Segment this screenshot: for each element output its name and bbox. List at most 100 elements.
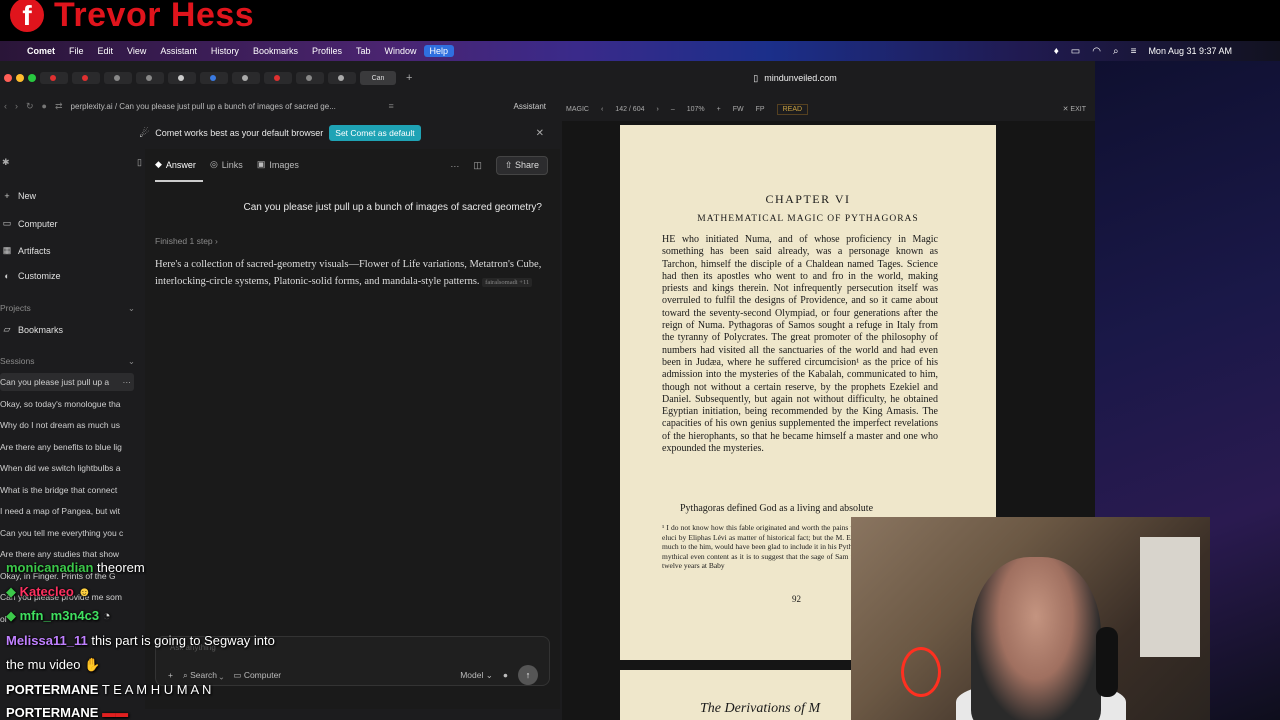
- zoom-level: 107%: [686, 105, 705, 113]
- chevron-down-icon: ⌄: [127, 356, 135, 366]
- active-browser-tab[interactable]: Can: [360, 71, 396, 85]
- browser-tab[interactable]: [232, 72, 260, 84]
- new-tab-button[interactable]: +: [406, 72, 412, 84]
- fit-page-button[interactable]: FP: [756, 106, 765, 113]
- tab-answer[interactable]: ◆ Answer: [155, 159, 196, 170]
- sessions-section-header[interactable]: Sessions ⌄: [0, 356, 135, 367]
- banner-message: Comet works best as your default browser: [155, 128, 324, 138]
- tab-strip: Can +: [0, 69, 560, 87]
- prev-page-button[interactable]: ‹: [601, 106, 603, 113]
- site-info-icon[interactable]: ⇄: [55, 101, 63, 112]
- browser-tab[interactable]: [40, 72, 68, 84]
- menu-assistant[interactable]: Assistant: [153, 46, 204, 56]
- session-item[interactable]: Can you please just pull up a ···: [0, 373, 134, 391]
- collapse-sidebar-icon[interactable]: ▯: [137, 157, 142, 168]
- minimize-window-icon[interactable]: [16, 74, 24, 82]
- assistant-button[interactable]: Assistant: [514, 102, 546, 111]
- battery-icon[interactable]: ▭: [1071, 46, 1080, 57]
- answer-icon: ◆: [155, 159, 162, 169]
- menu-edit[interactable]: Edit: [91, 46, 121, 56]
- browser-tab[interactable]: [136, 72, 164, 84]
- session-item[interactable]: Are there any benefits to blue lig: [0, 438, 134, 456]
- sidebar-item-computer[interactable]: ▭ Computer: [2, 218, 58, 229]
- send-button[interactable]: ↑: [518, 665, 538, 685]
- tab-images[interactable]: ▣ Images: [257, 159, 299, 170]
- browser-tab[interactable]: [104, 72, 132, 84]
- control-center-icon[interactable]: ≡: [1131, 46, 1137, 57]
- menu-window[interactable]: Window: [377, 46, 423, 56]
- tab-links[interactable]: ◎ Links: [210, 159, 243, 170]
- macos-menubar: Comet File Edit View Assistant History B…: [0, 41, 1280, 61]
- sidebar-item-customize[interactable]: ◐ Customize: [2, 271, 60, 281]
- status-app-icon[interactable]: ♦: [1054, 46, 1059, 57]
- session-item[interactable]: Can you tell me everything you c: [0, 524, 134, 542]
- url-field[interactable]: perplexity.ai / Can you please just pull…: [71, 102, 381, 111]
- forward-icon[interactable]: ›: [15, 101, 18, 111]
- session-item[interactable]: When did we switch lightbulbs a: [0, 459, 134, 477]
- citation-chip[interactable]: fairalsomadi +11: [482, 277, 533, 287]
- sidebar-item-new[interactable]: + New: [2, 191, 36, 201]
- mic-icon[interactable]: ●: [503, 670, 508, 680]
- model-selector[interactable]: Model ⌄: [460, 670, 493, 681]
- more-options-icon[interactable]: ···: [123, 377, 135, 387]
- menu-profiles[interactable]: Profiles: [305, 46, 349, 56]
- menu-history[interactable]: History: [204, 46, 246, 56]
- browser-tab[interactable]: [328, 72, 356, 84]
- folder-icon: ▱: [3, 324, 11, 334]
- chat-message: ◆ mfn_m3n4c3 ◔: [6, 608, 111, 623]
- set-default-button[interactable]: Set Comet as default: [329, 125, 421, 141]
- reload-icon[interactable]: ↻: [26, 101, 34, 112]
- reader-mode-icon[interactable]: ≡: [389, 101, 394, 111]
- wifi-icon[interactable]: ◠: [1092, 46, 1101, 57]
- session-item[interactable]: Okay, so today's monologue tha: [0, 395, 134, 413]
- menu-bookmarks[interactable]: Bookmarks: [246, 46, 305, 56]
- browser-tab[interactable]: [296, 72, 324, 84]
- split-view-icon[interactable]: ◫: [473, 160, 482, 171]
- book-title-short: MAGIC: [566, 105, 589, 113]
- close-banner-button[interactable]: ✕: [536, 128, 544, 139]
- zoom-in-button[interactable]: +: [717, 106, 721, 113]
- menubar-clock[interactable]: Mon Aug 31 9:37 AM: [1148, 46, 1232, 56]
- menu-tab[interactable]: Tab: [349, 46, 378, 56]
- menu-file[interactable]: File: [62, 46, 91, 56]
- mic-icon[interactable]: ●: [42, 101, 47, 111]
- diamond-icon: ◆: [6, 584, 20, 599]
- browser-tab[interactable]: [168, 72, 196, 84]
- perplexity-logo-icon[interactable]: ✱: [2, 157, 10, 168]
- session-item[interactable]: What is the bridge that connect: [0, 481, 134, 499]
- computer-icon: ▭: [2, 218, 12, 228]
- read-button[interactable]: READ: [776, 103, 809, 115]
- search-icon[interactable]: ⌕: [1113, 46, 1119, 57]
- chapter-heading: CHAPTER VI: [765, 192, 851, 206]
- sidebar-item-artifacts[interactable]: ▦ Artifacts: [2, 245, 51, 256]
- session-item[interactable]: Why do I not dream as much us: [0, 416, 134, 434]
- sidebar-item-bookmarks[interactable]: ▱ Bookmarks: [2, 324, 63, 335]
- session-item[interactable]: I need a map of Pangea, but wit: [0, 502, 134, 520]
- reader-address-bar[interactable]: ▯ mindunveiled.com: [680, 71, 910, 85]
- next-page-button[interactable]: ›: [657, 106, 659, 113]
- webcam-feed: [851, 517, 1210, 720]
- fit-width-button[interactable]: FW: [733, 106, 744, 113]
- back-icon[interactable]: ‹: [4, 101, 7, 111]
- default-browser-banner: ☄ Comet works best as your default brows…: [0, 122, 560, 144]
- browser-tab[interactable]: [264, 72, 292, 84]
- cat-emote-icon: ◔: [102, 608, 111, 623]
- zoom-window-icon[interactable]: [28, 74, 36, 82]
- next-chapter-title: The Derivations of M: [700, 701, 821, 716]
- exit-reader-button[interactable]: ✕ EXIT: [1063, 105, 1086, 113]
- more-options-icon[interactable]: ···: [450, 161, 459, 171]
- browser-tab[interactable]: [72, 72, 100, 84]
- chat-message: PORTERMANE ▬▬: [6, 705, 129, 720]
- menu-view[interactable]: View: [120, 46, 153, 56]
- share-button[interactable]: ⇧ Share: [495, 156, 548, 175]
- steps-status[interactable]: Finished 1 step ›: [155, 236, 218, 246]
- page-indicator[interactable]: 142 / 604: [615, 106, 644, 113]
- close-window-icon[interactable]: [4, 74, 12, 82]
- projects-section-header[interactable]: Projects ⌄: [0, 303, 135, 314]
- menu-comet[interactable]: Comet: [20, 46, 62, 56]
- browser-tab[interactable]: [200, 72, 228, 84]
- share-icon: ⇧: [504, 160, 515, 170]
- microphone: [1096, 627, 1118, 697]
- menu-help[interactable]: Help: [423, 45, 455, 57]
- zoom-out-button[interactable]: –: [671, 106, 675, 113]
